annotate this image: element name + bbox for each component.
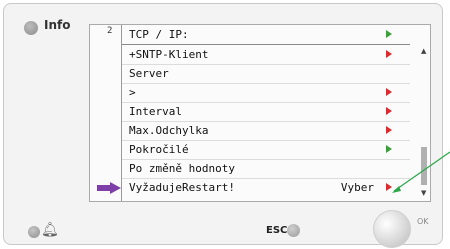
menu-level: 2 bbox=[107, 26, 113, 36]
menu-row-label: Po změně hodnoty bbox=[129, 162, 235, 175]
menu-row-label: Interval bbox=[129, 105, 182, 118]
header-green-marker-icon bbox=[386, 30, 392, 38]
menu-row-sntp[interactable]: +SNTP-Klient bbox=[122, 45, 410, 65]
menu-row-interval[interactable]: Interval bbox=[122, 102, 410, 122]
menu-row-vyzaduje-restart[interactable]: VyžadujeRestart! Vyber bbox=[122, 178, 410, 197]
alarm-led[interactable] bbox=[28, 226, 40, 238]
device-panel: Info 2 TCP / IP: +SNTP-Klient Server > I… bbox=[3, 3, 443, 248]
menu-row-arrow[interactable]: > bbox=[122, 83, 410, 103]
info-label: Info bbox=[44, 18, 71, 32]
menu-row-label: Pokročilé bbox=[129, 143, 189, 156]
menu-row-pokrocile[interactable]: Pokročilé bbox=[122, 140, 410, 160]
menu-header-label: TCP / IP: bbox=[129, 28, 189, 41]
info-button[interactable] bbox=[24, 21, 38, 35]
ok-label: OK bbox=[417, 217, 429, 226]
menu-header: TCP / IP: bbox=[122, 25, 410, 45]
lcd-screen: 2 TCP / IP: +SNTP-Klient Server > Interv… bbox=[89, 24, 431, 202]
red-marker-icon bbox=[386, 50, 392, 58]
menu-row-label: Max.Odchylka bbox=[129, 124, 209, 137]
ok-knob[interactable] bbox=[373, 210, 411, 248]
red-marker-icon bbox=[386, 107, 392, 115]
scroll-up-icon[interactable]: ▲ bbox=[421, 47, 426, 55]
menu-row-label: VyžadujeRestart! bbox=[129, 181, 235, 194]
menu-row-label: Server bbox=[129, 67, 169, 80]
menu-gutter: 2 bbox=[90, 25, 122, 201]
red-marker-icon bbox=[386, 88, 392, 96]
menu-row-max-odchylka[interactable]: Max.Odchylka bbox=[122, 121, 410, 141]
menu-row-label: > bbox=[129, 86, 136, 99]
red-marker-icon bbox=[386, 126, 392, 134]
menu-row-po-zmene[interactable]: Po změně hodnoty bbox=[122, 159, 410, 179]
menu-row-value: Vyber bbox=[340, 181, 374, 194]
menu-row-label: +SNTP-Klient bbox=[129, 48, 209, 61]
menu-row-server[interactable]: Server bbox=[122, 64, 410, 84]
bell-icon: 🔔︎ bbox=[41, 222, 59, 238]
pointer-arrow-icon bbox=[97, 182, 121, 194]
esc-label: ESC bbox=[266, 225, 288, 236]
callout-line bbox=[392, 151, 450, 193]
esc-button[interactable] bbox=[287, 224, 300, 237]
